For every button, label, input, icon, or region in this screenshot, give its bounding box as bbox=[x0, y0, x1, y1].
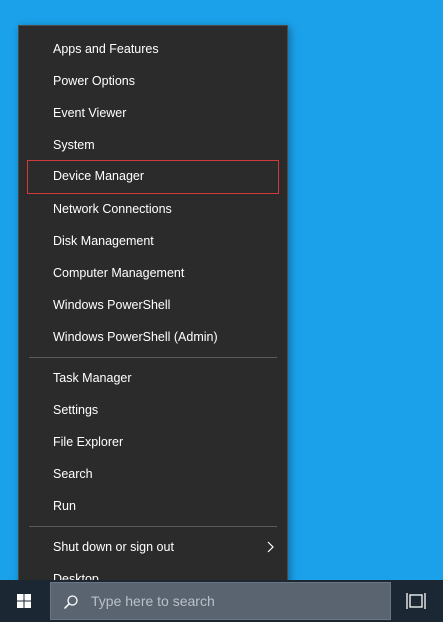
menu-item-settings[interactable]: Settings bbox=[27, 394, 279, 426]
search-placeholder: Type here to search bbox=[91, 593, 215, 609]
menu-item-label: Shut down or sign out bbox=[53, 540, 174, 554]
menu-item-power-options[interactable]: Power Options bbox=[27, 65, 279, 97]
menu-item-computer-management[interactable]: Computer Management bbox=[27, 257, 279, 289]
power-user-menu: Apps and Features Power Options Event Vi… bbox=[18, 25, 288, 605]
menu-item-shut-down-or-sign-out[interactable]: Shut down or sign out bbox=[27, 531, 279, 563]
menu-item-windows-powershell[interactable]: Windows PowerShell bbox=[27, 289, 279, 321]
taskbar: Type here to search bbox=[0, 580, 443, 622]
menu-item-apps-and-features[interactable]: Apps and Features bbox=[27, 33, 279, 65]
windows-logo-icon bbox=[17, 594, 31, 608]
menu-item-task-manager[interactable]: Task Manager bbox=[27, 362, 279, 394]
menu-separator bbox=[29, 357, 277, 358]
menu-item-file-explorer[interactable]: File Explorer bbox=[27, 426, 279, 458]
start-button[interactable] bbox=[0, 580, 48, 622]
menu-item-device-manager[interactable]: Device Manager bbox=[27, 160, 279, 194]
menu-item-windows-powershell-admin[interactable]: Windows PowerShell (Admin) bbox=[27, 321, 279, 353]
menu-item-run[interactable]: Run bbox=[27, 490, 279, 522]
taskbar-search-box[interactable]: Type here to search bbox=[50, 582, 391, 620]
menu-item-system[interactable]: System bbox=[27, 129, 279, 161]
task-view-icon[interactable] bbox=[405, 590, 427, 612]
menu-separator bbox=[29, 526, 277, 527]
menu-item-network-connections[interactable]: Network Connections bbox=[27, 193, 279, 225]
chevron-right-icon bbox=[267, 541, 274, 553]
search-icon bbox=[63, 595, 78, 610]
menu-item-search[interactable]: Search bbox=[27, 458, 279, 490]
menu-item-disk-management[interactable]: Disk Management bbox=[27, 225, 279, 257]
menu-item-event-viewer[interactable]: Event Viewer bbox=[27, 97, 279, 129]
